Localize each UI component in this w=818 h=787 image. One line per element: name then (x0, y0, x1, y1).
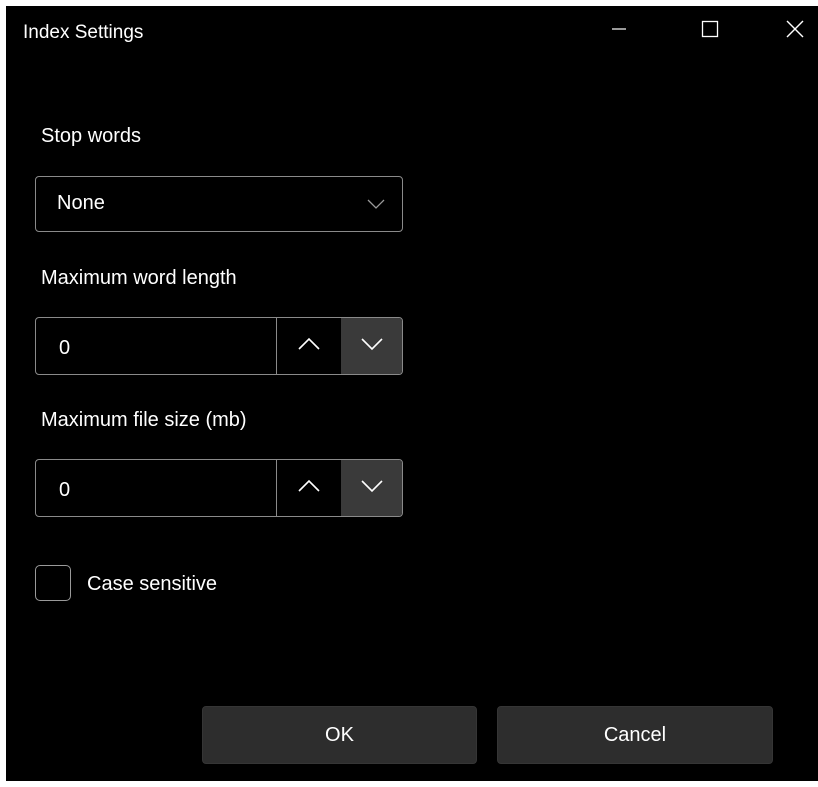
max-file-size-input[interactable] (57, 477, 261, 503)
max-word-length-numberbox (35, 317, 403, 375)
stop-words-label: Stop words (41, 125, 142, 147)
case-sensitive-label[interactable]: Case sensitive (87, 573, 217, 596)
close-icon (786, 20, 804, 38)
index-settings-window: Index Settings Stop words None Maximum w… (6, 6, 818, 781)
chevron-down-icon (360, 337, 384, 356)
window-title: Index Settings (23, 22, 144, 43)
minimize-icon (611, 21, 627, 37)
chevron-up-icon (297, 337, 321, 356)
max-word-length-decrement-button[interactable] (341, 318, 402, 374)
minimize-button[interactable] (596, 6, 642, 52)
max-file-size-decrement-button[interactable] (341, 460, 402, 516)
max-file-size-increment-button[interactable] (277, 460, 341, 516)
maximize-button[interactable] (687, 6, 733, 52)
case-sensitive-checkbox[interactable] (35, 565, 71, 601)
title-bar[interactable]: Index Settings (6, 6, 818, 58)
stop-words-dropdown[interactable]: None (35, 176, 403, 232)
max-file-size-numberbox (35, 459, 403, 517)
stop-words-selected-value: None (57, 192, 105, 214)
chevron-down-icon (360, 479, 384, 498)
max-word-length-increment-button[interactable] (277, 318, 341, 374)
max-word-length-input[interactable] (57, 335, 261, 361)
ok-button[interactable]: OK (202, 706, 477, 764)
chevron-down-icon (366, 197, 386, 216)
cancel-button[interactable]: Cancel (497, 706, 773, 764)
maximize-icon (701, 20, 719, 38)
max-word-length-label: Maximum word length (41, 267, 237, 289)
chevron-up-icon (297, 479, 321, 498)
max-file-size-label: Maximum file size (mb) (41, 409, 247, 431)
close-button[interactable] (772, 6, 818, 52)
